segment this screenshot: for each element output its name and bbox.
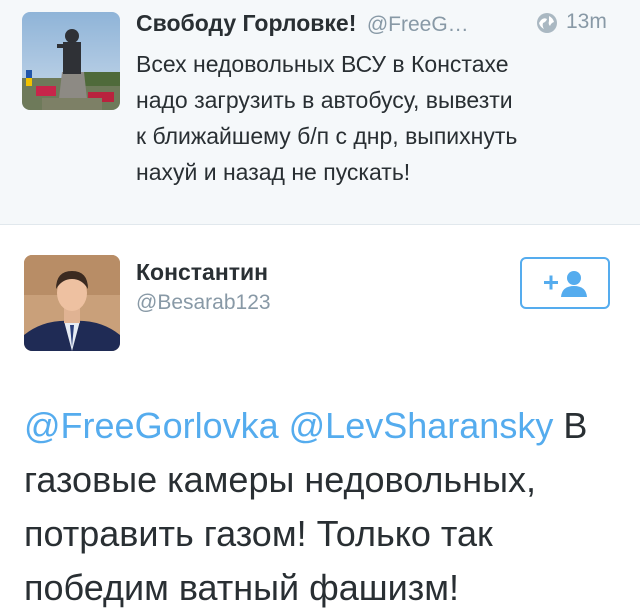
monument-photo	[22, 12, 120, 110]
previous-tweet[interactable]: Свободу Горловке! @FreeG… 13m Всех недов…	[0, 0, 640, 225]
avatar[interactable]	[22, 12, 120, 110]
globe-icon	[537, 13, 557, 33]
add-user-icon	[544, 271, 587, 297]
tweet-text: Всех недовольных ВСУ в Констахе надо заг…	[136, 46, 626, 190]
tweet-line: победим ватный фашизм!	[24, 567, 460, 608]
tweet-line: газовые камеры недовольных,	[24, 459, 536, 500]
follow-button[interactable]	[520, 257, 610, 309]
tweet-line: нахуй и назад не пускать!	[136, 159, 411, 185]
tweet-line: надо загрузить в автобусу, вывезти	[136, 87, 513, 113]
mention-link[interactable]: @LevSharansky	[289, 405, 554, 446]
mention-link[interactable]: @FreeGorlovka	[24, 405, 279, 446]
author-name[interactable]: Константин	[136, 259, 268, 286]
tweet-line: потравить газом! Только так	[24, 513, 493, 554]
tweet-header: Свободу Горловке! @FreeG… 13m	[136, 10, 626, 40]
author-name[interactable]: Свободу Горловке!	[136, 10, 356, 36]
tweet-text-fragment: В	[553, 405, 588, 446]
avatar[interactable]	[24, 255, 120, 351]
tweet-line: к ближайшему б/п с днр, выпихнуть	[136, 123, 518, 149]
tweet-line: @FreeGorlovka @LevSharansky В	[24, 399, 624, 453]
focused-tweet: Константин @Besarab123 @FreeGorlovka @Le…	[0, 225, 640, 612]
profile-photo	[24, 255, 120, 351]
timestamp[interactable]: 13m	[566, 10, 607, 34]
tweet-text: @FreeGorlovka @LevSharansky В газовые ка…	[24, 399, 624, 615]
tweet-line: Всех недовольных ВСУ в Констахе	[136, 51, 509, 77]
author-handle[interactable]: @FreeG…	[367, 13, 469, 36]
author-handle[interactable]: @Besarab123	[136, 291, 271, 315]
